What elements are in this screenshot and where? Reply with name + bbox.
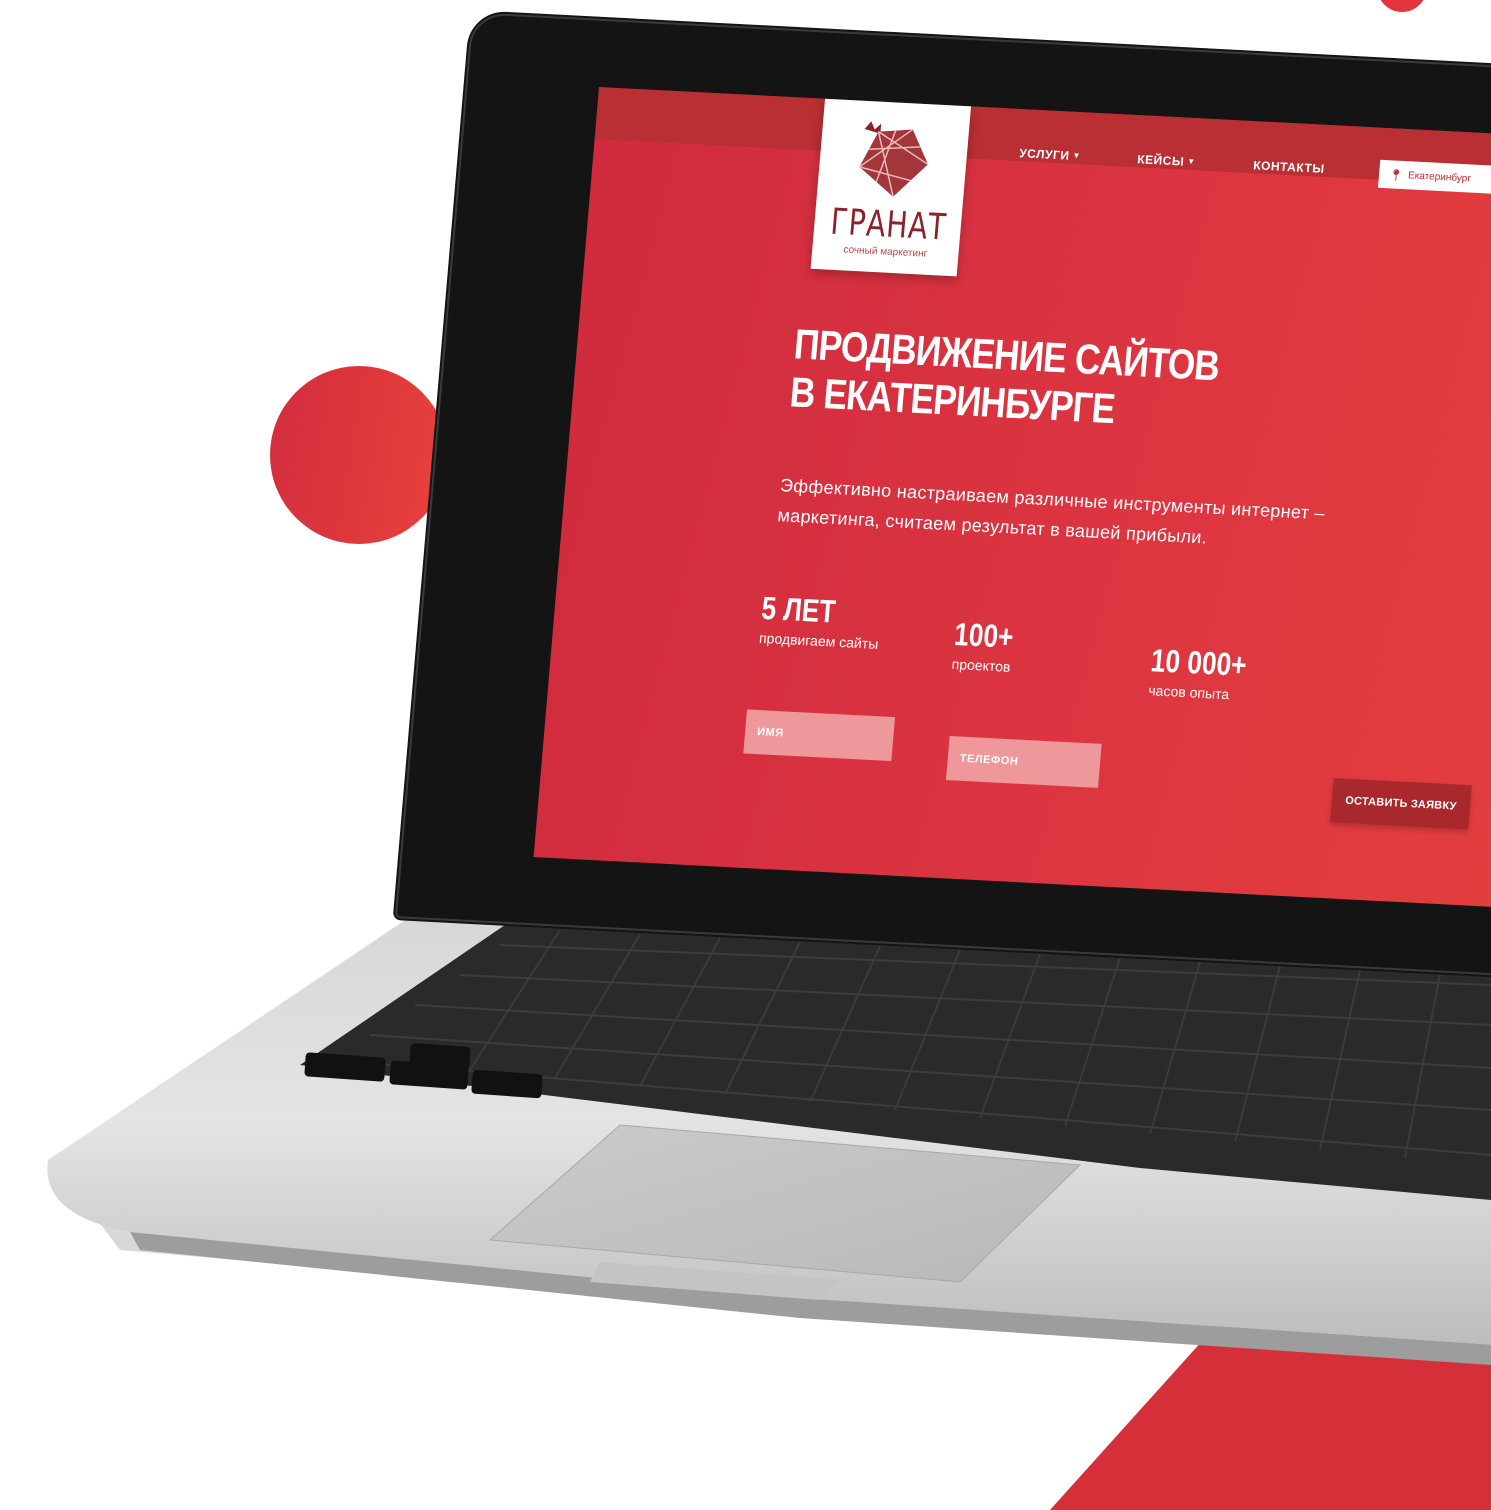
- hero-description: Эффективно настраиваем различные инструм…: [776, 475, 1326, 548]
- decorative-corner-shape-bottom: [1049, 1310, 1491, 1510]
- nav-item-label: УСЛУГИ: [1018, 146, 1071, 163]
- city-name: Екатеринбург: [1407, 169, 1472, 185]
- nav-item-services[interactable]: УСЛУГИ ▼: [1019, 146, 1082, 163]
- decorative-corner-shape-top: [1377, 0, 1427, 12]
- chevron-down-icon: ▼: [1186, 156, 1197, 167]
- stat-label: часов опыта: [1147, 682, 1230, 703]
- page-title: Продвижение сайтов в Екатеринбурге: [788, 320, 1300, 442]
- stat-value: 5 ЛЕТ: [760, 589, 838, 630]
- decorative-circle: [270, 366, 448, 544]
- stat-label: проектов: [951, 655, 1012, 675]
- stat-label: продвигаем сайты: [758, 629, 880, 652]
- website-screen: УСЛУГИ ▼ КЕЙСЫ ▼ КОНТАКТЫ 📍︎ Екатеринбург …: [533, 87, 1491, 914]
- map-pin-icon: 📍︎: [1388, 168, 1404, 182]
- stat-years: 5 ЛЕТ продвигаем сайты: [758, 590, 882, 652]
- stat-projects: 100+ проектов: [951, 616, 1028, 676]
- pomegranate-logo-icon: [859, 121, 929, 197]
- stat-value: 10 000+: [1149, 642, 1249, 684]
- city-selector[interactable]: 📍︎ Екатеринбург: [1377, 159, 1491, 195]
- stat-value: 100+: [952, 615, 1015, 655]
- nav-item-label: КОНТАКТЫ: [1252, 158, 1326, 176]
- nav-item-contacts[interactable]: КОНТАКТЫ: [1253, 158, 1325, 176]
- phone-input[interactable]: [945, 736, 1102, 788]
- nav-item-label: КЕЙСЫ: [1136, 152, 1185, 169]
- nav-item-cases[interactable]: КЕЙСЫ ▼: [1137, 152, 1196, 169]
- submit-request-button[interactable]: ОСТАВИТЬ ЗАЯВКУ: [1330, 778, 1472, 830]
- logo[interactable]: ГРАНАТ сочный маркетинг: [810, 92, 972, 277]
- logo-name: ГРАНАТ: [828, 201, 948, 249]
- chevron-down-icon: ▼: [1072, 150, 1082, 161]
- name-input[interactable]: [743, 709, 896, 762]
- stat-hours: 10 000+ часов опыта: [1148, 642, 1269, 704]
- laptop-lid: УСЛУГИ ▼ КЕЙСЫ ▼ КОНТАКТЫ 📍︎ Екатеринбург …: [392, 10, 1491, 985]
